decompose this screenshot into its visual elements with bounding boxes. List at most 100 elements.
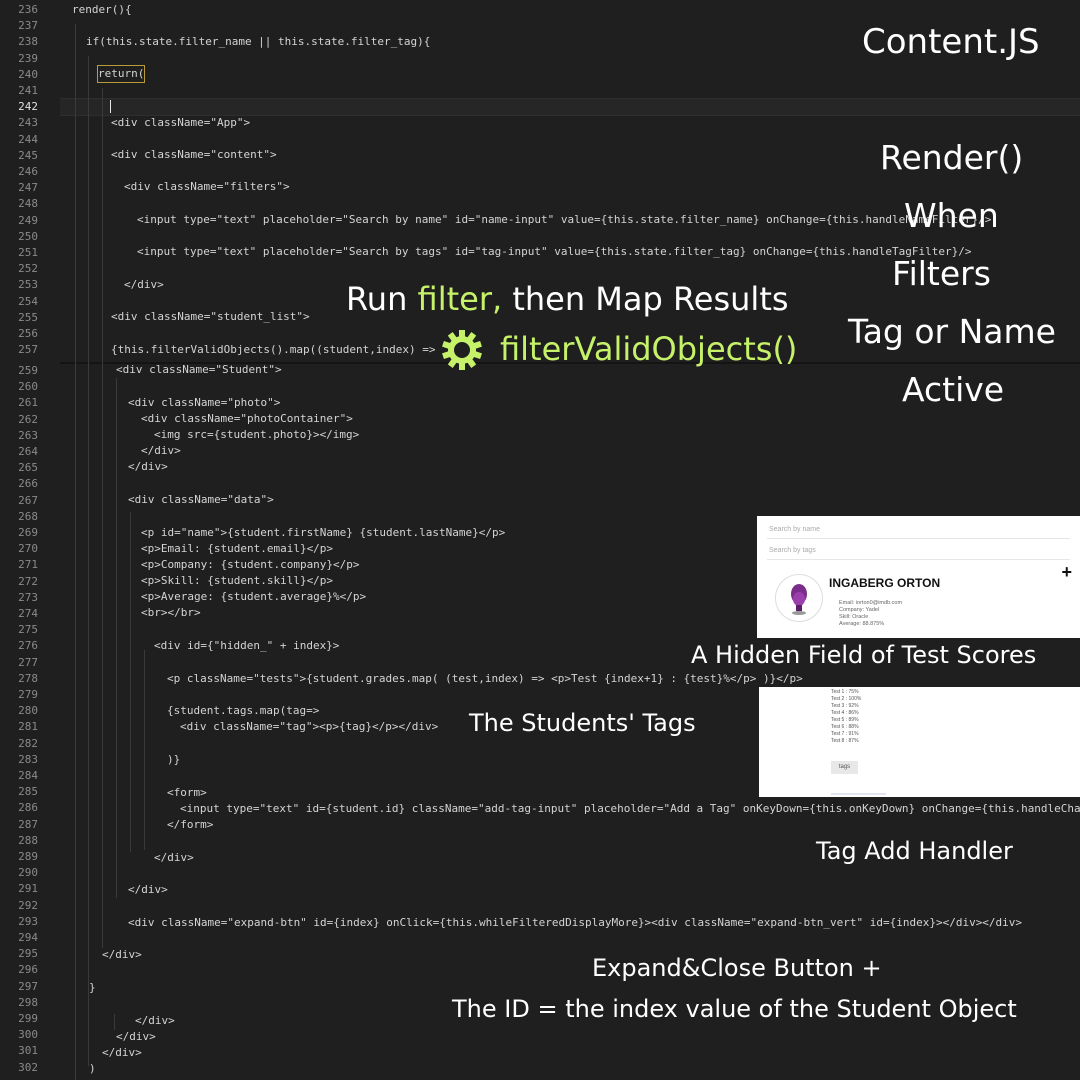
- line-number: 264: [18, 445, 38, 458]
- indent-guide: [88, 56, 89, 1066]
- code-line[interactable]: <br></br>: [141, 605, 201, 621]
- code-line[interactable]: <div className="tag"><p>{tag}</p></div>: [180, 719, 438, 735]
- divider: [767, 538, 1070, 539]
- line-number: 266: [18, 477, 38, 491]
- code-line[interactable]: <div className="Student">: [116, 362, 282, 378]
- line-number: 283: [18, 752, 38, 766]
- line-number: 295: [18, 947, 38, 961]
- code-line[interactable]: return(: [96, 65, 146, 83]
- line-number-gutter: 236 237 238 239 240 241 242 243 244 245 246 247 248 2…: [0, 0, 60, 1080]
- expand-button[interactable]: +: [1061, 562, 1072, 583]
- code-line[interactable]: <img src={student.photo}></img>: [154, 427, 359, 443]
- line-number: 250: [18, 229, 38, 243]
- line-number: 274: [18, 607, 38, 620]
- test-score: Test 5 : 89%: [831, 717, 859, 723]
- avatar: [775, 574, 823, 622]
- line-number: 259: [18, 364, 38, 377]
- line-number: 269: [18, 526, 38, 539]
- line-number: 294: [18, 931, 38, 944]
- line-number: 249: [18, 213, 38, 227]
- code-line[interactable]: <input type="text" id={student.id} class…: [180, 801, 1080, 817]
- line-number: 297: [18, 979, 38, 993]
- line-number: 242: [18, 100, 38, 114]
- line-number: 245: [18, 148, 38, 162]
- line-number: 273: [18, 590, 38, 604]
- code-line[interactable]: <div className="data">: [128, 492, 274, 508]
- code-line[interactable]: </form>: [167, 817, 213, 833]
- line-number: 268: [18, 509, 38, 523]
- code-line[interactable]: <div className="student_list">: [111, 309, 310, 325]
- code-line[interactable]: <p>Email: {student.email}</p>: [141, 541, 333, 557]
- line-number: 300: [18, 1028, 38, 1042]
- test-score: Test 3 : 92%: [831, 703, 859, 709]
- code-line[interactable]: <input type="text" placeholder="Search b…: [137, 244, 971, 260]
- code-line[interactable]: <div className="photo">: [128, 395, 280, 411]
- line-number: 253: [18, 278, 38, 292]
- code-line[interactable]: <p>Company: {student.company}</p>: [141, 557, 360, 573]
- line-number: 292: [18, 898, 38, 912]
- test-score: Test 2 : 100%: [831, 696, 862, 702]
- code-line[interactable]: <p className="tests">{student.grades.map…: [167, 671, 803, 687]
- line-number: 284: [18, 769, 38, 782]
- line-number: 272: [18, 574, 38, 588]
- line-number: 289: [18, 850, 38, 863]
- run-filter-word: filter,: [417, 280, 503, 318]
- app-preview-student-card: Search by name Search by tags INGABERG O…: [757, 516, 1080, 638]
- line-number: 288: [18, 833, 38, 847]
- code-line[interactable]: <div className="content">: [111, 147, 277, 163]
- test-score: Test 8 : 87%: [831, 738, 859, 744]
- code-line[interactable]: <div className="photoContainer">: [141, 411, 353, 427]
- tag-chip: tags: [831, 761, 858, 774]
- line-number: 243: [18, 116, 38, 130]
- code-line[interactable]: </div>: [128, 882, 168, 898]
- code-line[interactable]: <p id="name">{student.firstName} {studen…: [141, 525, 505, 541]
- code-line[interactable]: )}: [167, 752, 180, 768]
- line-number: 247: [18, 181, 38, 195]
- code-line[interactable]: <div className="expand-btn" id={index} o…: [128, 915, 1022, 931]
- line-number: 248: [18, 197, 38, 211]
- line-number: 267: [18, 493, 38, 507]
- annotation-expand-button: Expand&Close Button +: [592, 954, 882, 982]
- annotation-filter-function: filterValidObjects(): [500, 330, 798, 368]
- search-tags-input[interactable]: Search by tags: [769, 547, 816, 554]
- line-number: 239: [18, 51, 38, 65]
- add-tag-input-underline[interactable]: [831, 793, 886, 795]
- annotation-id-index: The ID = the index value of the Student …: [452, 995, 1017, 1023]
- divider: [767, 559, 1070, 560]
- line-number: 236: [18, 3, 38, 16]
- code-line[interactable]: <form>: [167, 785, 207, 801]
- code-line[interactable]: if(this.state.filter_name || this.state.…: [86, 34, 430, 50]
- student-skill: Skill: Oracle: [839, 614, 869, 620]
- test-score: Test 6 : 88%: [831, 724, 859, 730]
- code-line[interactable]: </div>: [116, 1029, 156, 1045]
- code-line[interactable]: <p>Skill: {student.skill}</p>: [141, 573, 333, 589]
- test-score: Test 7 : 91%: [831, 731, 859, 737]
- code-line[interactable]: {student.tags.map(tag=>: [167, 703, 319, 719]
- code-line[interactable]: render(){: [72, 2, 132, 18]
- code-line[interactable]: <div className="filters">: [124, 179, 290, 195]
- line-number: 262: [18, 412, 38, 426]
- code-line[interactable]: </div>: [135, 1013, 175, 1029]
- annotation-tag-add-handler: Tag Add Handler: [816, 837, 1013, 865]
- line-number: 261: [18, 396, 38, 410]
- code-line[interactable]: <input type="text" placeholder="Search b…: [137, 212, 991, 228]
- test-score: Test 1 : 75%: [831, 689, 859, 695]
- line-number: 257: [18, 343, 38, 357]
- line-number: 301: [18, 1044, 38, 1058]
- code-line[interactable]: <p>Average: {student.average}%</p>: [141, 589, 366, 605]
- code-line[interactable]: ): [89, 1061, 96, 1077]
- code-line[interactable]: </div>: [141, 443, 181, 459]
- code-line[interactable]: {this.filterValidObjects().map((student,…: [111, 342, 436, 358]
- code-line[interactable]: </div>: [124, 277, 164, 293]
- code-line[interactable]: </div>: [128, 459, 168, 475]
- code-line[interactable]: </div>: [102, 1045, 142, 1061]
- student-name: INGABERG ORTON: [829, 576, 941, 590]
- line-number: 255: [18, 310, 38, 324]
- code-line[interactable]: <div className="App">: [111, 115, 250, 131]
- annotation-students-tags: The Students' Tags: [469, 709, 696, 737]
- code-line[interactable]: </div>: [102, 947, 142, 963]
- search-name-input[interactable]: Search by name: [769, 526, 820, 533]
- code-line[interactable]: <div id={"hidden_" + index}>: [154, 638, 339, 654]
- code-line[interactable]: </div>: [154, 850, 194, 866]
- code-line[interactable]: }: [89, 980, 96, 996]
